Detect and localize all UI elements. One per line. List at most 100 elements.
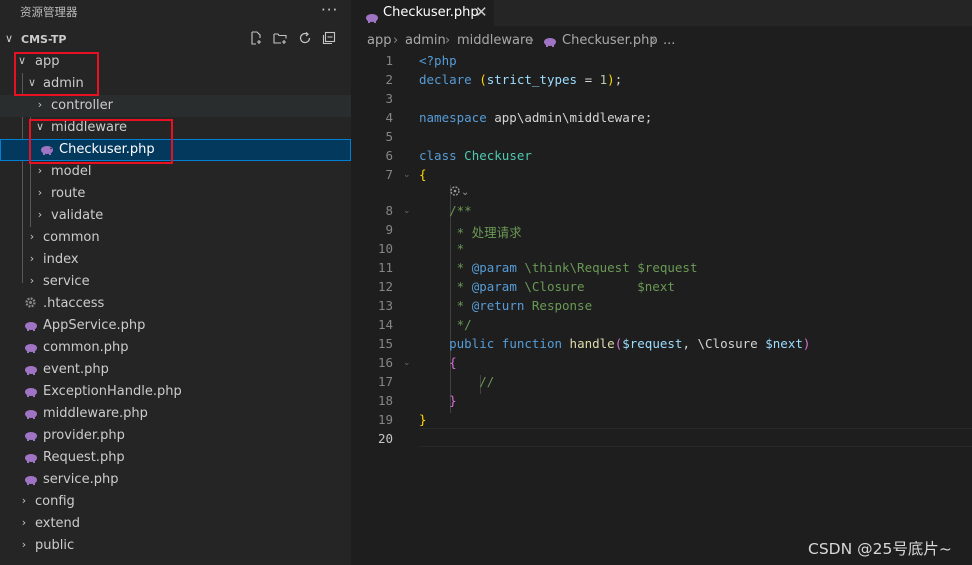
chevron-down-icon: ∨: [17, 54, 27, 67]
chevron-right-icon: ›: [29, 274, 35, 287]
php-file-icon: [40, 144, 54, 158]
code-line-20: 20: [351, 429, 972, 448]
refresh-icon[interactable]: [298, 31, 312, 49]
tree-item-label: common: [43, 230, 100, 245]
explorer-sidebar: 资源管理器 ··· ∨ CMS-TP ∨ app ∨ admin › contr…: [0, 0, 351, 565]
breadcrumb-item[interactable]: admin: [405, 33, 446, 48]
line-number: 1: [385, 53, 393, 68]
tab-bar: Checkuser.php ✕: [351, 0, 972, 26]
tree-item-extend[interactable]: › extend: [0, 513, 351, 535]
fold-icon[interactable]: ⌄: [403, 170, 411, 180]
code-line-15: 15 public function handle($request, \Clo…: [351, 334, 972, 353]
tree-item-middleware-php[interactable]: middleware.php: [0, 403, 351, 425]
code-line-11: 11 * @param \think\Request $request: [351, 258, 972, 277]
tree-item-route[interactable]: › route: [0, 183, 351, 205]
tree-item-request-php[interactable]: Request.php: [0, 447, 351, 469]
php-file-icon: [24, 364, 38, 378]
code-line-8: 8 ⌄ /**: [351, 201, 972, 220]
fold-icon[interactable]: ⌄: [403, 358, 411, 368]
tree-item-label: ExceptionHandle.php: [43, 384, 182, 399]
tree-item-service-php[interactable]: service.php: [0, 469, 351, 491]
line-number: 11: [377, 260, 393, 275]
tree-item-label: service: [43, 274, 90, 289]
tree-item-label: middleware.php: [43, 406, 148, 421]
explorer-header: 资源管理器 ···: [0, 0, 351, 24]
tree-item-label: .htaccess: [43, 296, 105, 311]
chevron-right-icon: ›: [651, 33, 657, 48]
code-line-17: 17 //: [351, 372, 972, 391]
tab-checkuser-php[interactable]: Checkuser.php ✕: [351, 0, 494, 26]
tree-item-config[interactable]: › config: [0, 491, 351, 513]
php-file-icon: [543, 36, 557, 51]
tree-item-app[interactable]: ∨ app: [0, 51, 351, 73]
code-line-1: 1 <?php: [351, 51, 972, 70]
tree-item-label: validate: [51, 208, 104, 223]
tree-item-index[interactable]: › index: [0, 249, 351, 271]
gear-icon: [24, 296, 38, 310]
line-number: 3: [385, 91, 393, 106]
line-number: 13: [377, 298, 393, 313]
tree-item-label: index: [43, 252, 79, 267]
code-line-16: 16 ⌄ {: [351, 353, 972, 372]
tree-item-provider-php[interactable]: provider.php: [0, 425, 351, 447]
tree-item-label: provider.php: [43, 428, 125, 443]
line-number: 5: [385, 129, 393, 144]
tree-item-public[interactable]: › public: [0, 535, 351, 557]
chevron-right-icon: ›: [29, 252, 35, 265]
code-line-9: 9 * 处理请求: [351, 220, 972, 240]
fold-icon[interactable]: ⌄: [403, 206, 411, 216]
project-label: CMS-TP: [21, 33, 67, 46]
tree-item-common[interactable]: › common: [0, 227, 351, 249]
project-header[interactable]: ∨ CMS-TP: [0, 29, 351, 51]
chevron-down-icon: ∨: [35, 120, 45, 133]
tree-item-label: app: [35, 54, 60, 69]
explorer-title: 资源管理器: [20, 5, 78, 19]
tab-label: Checkuser.php: [383, 5, 479, 20]
tree-item-middleware[interactable]: ∨ middleware: [0, 117, 351, 139]
codelens-icon[interactable]: ⌄: [449, 185, 469, 200]
tree-item-htaccess[interactable]: .htaccess: [0, 293, 351, 315]
tree-item-label: Checkuser.php: [59, 142, 155, 157]
chevron-right-icon: ›: [21, 494, 27, 507]
php-file-icon: [365, 8, 379, 27]
php-file-icon: [24, 342, 38, 356]
tree-item-admin[interactable]: ∨ admin: [0, 73, 351, 95]
code-line-5: 5: [351, 127, 972, 146]
chevron-right-icon: ›: [37, 208, 43, 221]
breadcrumb-item[interactable]: Checkuser.php: [562, 33, 658, 48]
breadcrumb-item[interactable]: ...: [663, 33, 675, 48]
new-file-icon[interactable]: [249, 31, 263, 49]
close-icon[interactable]: ✕: [475, 3, 488, 21]
code-editor[interactable]: 1 <?php 2 declare (strict_types = 1); 3 …: [351, 51, 972, 565]
tree-item-common-php[interactable]: common.php: [0, 337, 351, 359]
chevron-right-icon: ›: [37, 186, 43, 199]
chevron-right-icon: ›: [445, 33, 451, 48]
tree-item-appservice-php[interactable]: AppService.php: [0, 315, 351, 337]
tree-item-label: Request.php: [43, 450, 125, 465]
chevron-right-icon: ›: [529, 33, 535, 48]
tree-item-service[interactable]: › service: [0, 271, 351, 293]
tree-item-validate[interactable]: › validate: [0, 205, 351, 227]
code-line-18: 18 }: [351, 391, 972, 410]
tree-item-checkuser-php[interactable]: Checkuser.php: [0, 139, 351, 161]
chevron-right-icon: ›: [21, 516, 27, 529]
breadcrumb-item[interactable]: middleware: [457, 33, 533, 48]
code-line-4: 4 namespace app\admin\middleware;: [351, 108, 972, 127]
line-number: 9: [385, 222, 393, 237]
tree-item-model[interactable]: › model: [0, 161, 351, 183]
tree-item-label: extend: [35, 516, 81, 531]
chevron-right-icon: ›: [393, 33, 399, 48]
tree-item-label: admin: [43, 76, 84, 91]
chevron-right-icon: ›: [37, 164, 43, 177]
new-folder-icon[interactable]: [273, 31, 288, 49]
ellipsis-icon[interactable]: ···: [321, 1, 338, 19]
line-number: 15: [377, 336, 393, 351]
tree-item-label: model: [51, 164, 92, 179]
tree-item-controller[interactable]: › controller: [0, 95, 351, 117]
code-line-6: 6 class Checkuser: [351, 146, 972, 165]
collapse-all-icon[interactable]: [322, 31, 336, 49]
breadcrumb-item[interactable]: app: [367, 33, 391, 48]
tree-item-exceptionhandle-php[interactable]: ExceptionHandle.php: [0, 381, 351, 403]
tree-item-event-php[interactable]: event.php: [0, 359, 351, 381]
php-file-icon: [24, 320, 38, 334]
